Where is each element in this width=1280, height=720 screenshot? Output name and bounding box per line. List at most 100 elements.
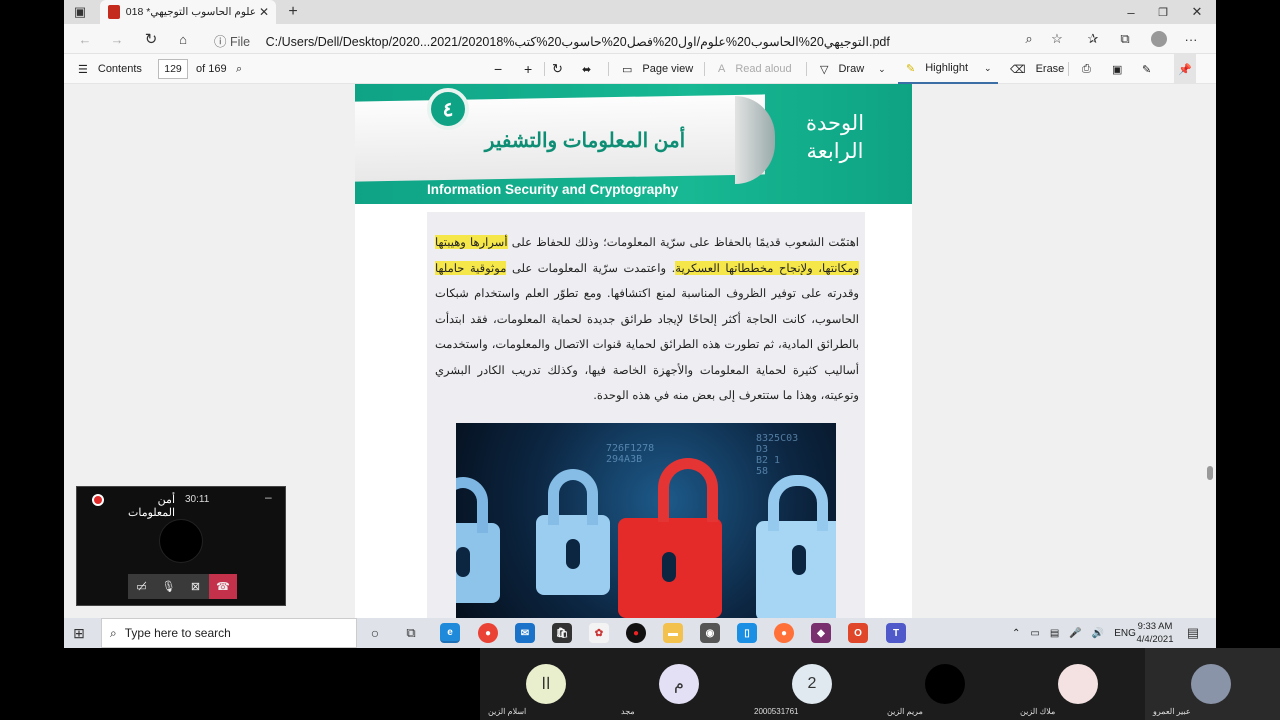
zoom-icon[interactable]: ⌕ [1020, 30, 1038, 48]
list-icon: ☰ [78, 63, 88, 76]
meeting-mini-window[interactable]: أمن المعلومات 30:11 – ▭̸ 🎙 ⊠ ☎ [76, 486, 286, 606]
teams-app-icon[interactable]: T [886, 623, 906, 643]
participant-tile[interactable]: ملاك الزين [1012, 648, 1145, 720]
back-icon[interactable]: ← [76, 30, 94, 48]
system-tray: ⌃ ▭ ▤ 🎤 🔊 ENG [1012, 618, 1136, 648]
battery-icon[interactable]: ▭ [1030, 628, 1039, 639]
firefox-app-icon[interactable]: ● [774, 623, 794, 643]
url-field[interactable]: ⓘ File C:/Users/Dell/Desktop/2020...2021… [214, 31, 890, 50]
draw-icon: ▽ [820, 63, 829, 76]
close-window-icon[interactable]: ✕ [1188, 3, 1206, 21]
tab-pdf[interactable]: علوم الحاسوب التوجيهي* 2018.pdf ✕ [100, 0, 276, 24]
forward-icon[interactable]: → [108, 30, 126, 48]
refresh-icon[interactable]: ↻ [142, 30, 160, 48]
edge-app-icon[interactable]: e [440, 623, 460, 643]
paper-curl-graphic [735, 96, 775, 184]
participant-tile[interactable]: م مجد [613, 648, 746, 720]
windows-start-icon[interactable]: ⊞ [70, 624, 88, 642]
phone-app-icon[interactable]: ▯ [737, 623, 757, 643]
camera-app-icon[interactable]: ◉ [700, 623, 720, 643]
minimize-icon[interactable]: – [1122, 3, 1140, 21]
participant-name: عبير العمرو [1153, 707, 1191, 716]
store-app-icon[interactable]: 🛍 [552, 623, 572, 643]
taskbar-search-input[interactable]: ⌕ Type here to search [101, 618, 357, 648]
unit-banner: ٤ أمن المعلومات والتشفير الوحدة الرابعة … [355, 84, 912, 204]
draw-button[interactable]: ▽ Draw ⌄ [820, 54, 886, 84]
profile-icon[interactable] [1150, 30, 1168, 48]
file-explorer-icon[interactable]: ▬ [663, 623, 683, 643]
print-icon[interactable]: ⎙ [1082, 54, 1091, 84]
maximize-icon[interactable]: ❐ [1154, 3, 1172, 21]
chevron-down-icon[interactable]: ⌄ [984, 63, 992, 74]
save-icon[interactable]: ▣ [1112, 54, 1122, 84]
highlight-button[interactable]: ✎ Highlight ⌄ [898, 54, 998, 84]
zoom-in-icon[interactable]: + [524, 54, 532, 84]
pin-icon[interactable]: 📌 [1174, 54, 1196, 84]
page-view-button[interactable]: ▭ Page view [622, 54, 693, 84]
participants-strip: اا اسلام الزين م مجد 2 2000531761 مريم ا… [480, 648, 1280, 720]
participant-tile[interactable]: عبير العمرو [1145, 648, 1280, 720]
close-tab-icon[interactable]: ✕ [256, 5, 272, 19]
pdf-toolbar: ☰ Contents 129 of 169 ⌕ − + ↻ ⬌ ▭ Page v… [64, 54, 1216, 84]
highlighter-icon: ✎ [906, 62, 916, 75]
office-app-icon[interactable]: O [848, 623, 868, 643]
chevron-up-icon[interactable]: ⌃ [1012, 628, 1020, 639]
chrome-app-icon[interactable]: ● [478, 623, 498, 643]
scrollbar-thumb[interactable] [1207, 466, 1213, 480]
participant-name: 2000531761 [754, 707, 799, 716]
vertical-scrollbar[interactable] [1204, 84, 1216, 618]
padlock-graphic [456, 477, 500, 603]
page-view-icon: ▭ [622, 63, 633, 76]
page-view-label: Page view [642, 63, 694, 75]
task-view-icon[interactable]: ⧉ [402, 624, 420, 642]
home-icon[interactable]: ⌂ [174, 30, 192, 48]
page-number-input[interactable]: 129 [158, 59, 188, 79]
recorder-app-icon[interactable]: ● [626, 623, 646, 643]
highlight-label: Highlight [925, 62, 969, 74]
save-as-icon[interactable]: ✎ [1142, 54, 1151, 84]
participant-tile[interactable]: 2 2000531761 [746, 648, 879, 720]
favorite-add-icon[interactable]: ☆ [1048, 30, 1066, 48]
url-text: C:/Users/Dell/Desktop/2020...2021/202018… [265, 35, 890, 49]
participant-tile[interactable]: مريم الزين [879, 648, 1012, 720]
erase-button[interactable]: ⌫ Erase [1010, 54, 1064, 84]
more-icon[interactable]: ··· [1182, 30, 1200, 48]
collections-icon[interactable]: ⧉ [1116, 30, 1134, 48]
microphone-icon[interactable]: 🎙 [155, 574, 182, 599]
zoom-out-icon[interactable]: − [494, 54, 502, 84]
avatar: اا [526, 664, 566, 704]
paint-app-icon[interactable]: ✿ [589, 623, 609, 643]
share-screen-icon[interactable]: ⊠ [182, 574, 209, 599]
cortana-icon[interactable]: ○ [366, 624, 384, 642]
minimize-meeting-button[interactable]: – [265, 490, 272, 504]
search-icon[interactable]: ⌕ [236, 54, 242, 84]
padlock-graphic [536, 469, 610, 595]
fit-page-icon[interactable]: ⬌ [582, 54, 591, 84]
microphone-icon[interactable]: 🎤 [1069, 628, 1081, 639]
new-tab-icon[interactable]: + [284, 3, 302, 21]
tab-bar: ▣ علوم الحاسوب التوجيهي* 2018.pdf ✕ + – … [64, 0, 1216, 24]
notifications-icon[interactable]: ▤ [1184, 624, 1202, 642]
chevron-down-icon[interactable]: ⌄ [878, 64, 886, 75]
camera-off-icon[interactable]: ▭̸ [128, 574, 155, 599]
contents-button[interactable]: ☰ Contents [78, 54, 142, 84]
volume-icon[interactable]: 🔊 [1092, 628, 1104, 639]
network-icon[interactable]: ▤ [1050, 628, 1059, 639]
page-total: of 169 [196, 63, 227, 75]
info-icon[interactable]: ⓘ File [214, 35, 250, 49]
mail-app-icon[interactable]: ✉ [515, 623, 535, 643]
divider [806, 62, 807, 76]
address-bar: ← → ↻ ⌂ ⓘ File C:/Users/Dell/Desktop/202… [64, 24, 1216, 54]
rotate-icon[interactable]: ↻ [552, 54, 563, 84]
clock[interactable]: 9:33 AM 4/4/2021 [1130, 620, 1180, 646]
pdf-page: ٤ أمن المعلومات والتشفير الوحدة الرابعة … [355, 84, 912, 618]
hang-up-icon[interactable]: ☎ [209, 574, 237, 599]
favorites-icon[interactable]: ✰ [1084, 30, 1102, 48]
tab-title: علوم الحاسوب التوجيهي* 2018.pdf [126, 6, 256, 18]
highlighted-text[interactable]: موثوقية حاملها [435, 260, 507, 275]
read-aloud-button[interactable]: A Read aloud [718, 54, 792, 84]
media-app-icon[interactable]: ◆ [811, 623, 831, 643]
tab-actions-icon[interactable]: ▣ [72, 4, 88, 20]
participant-tile[interactable]: اا اسلام الزين [480, 648, 613, 720]
recording-icon [92, 494, 104, 506]
